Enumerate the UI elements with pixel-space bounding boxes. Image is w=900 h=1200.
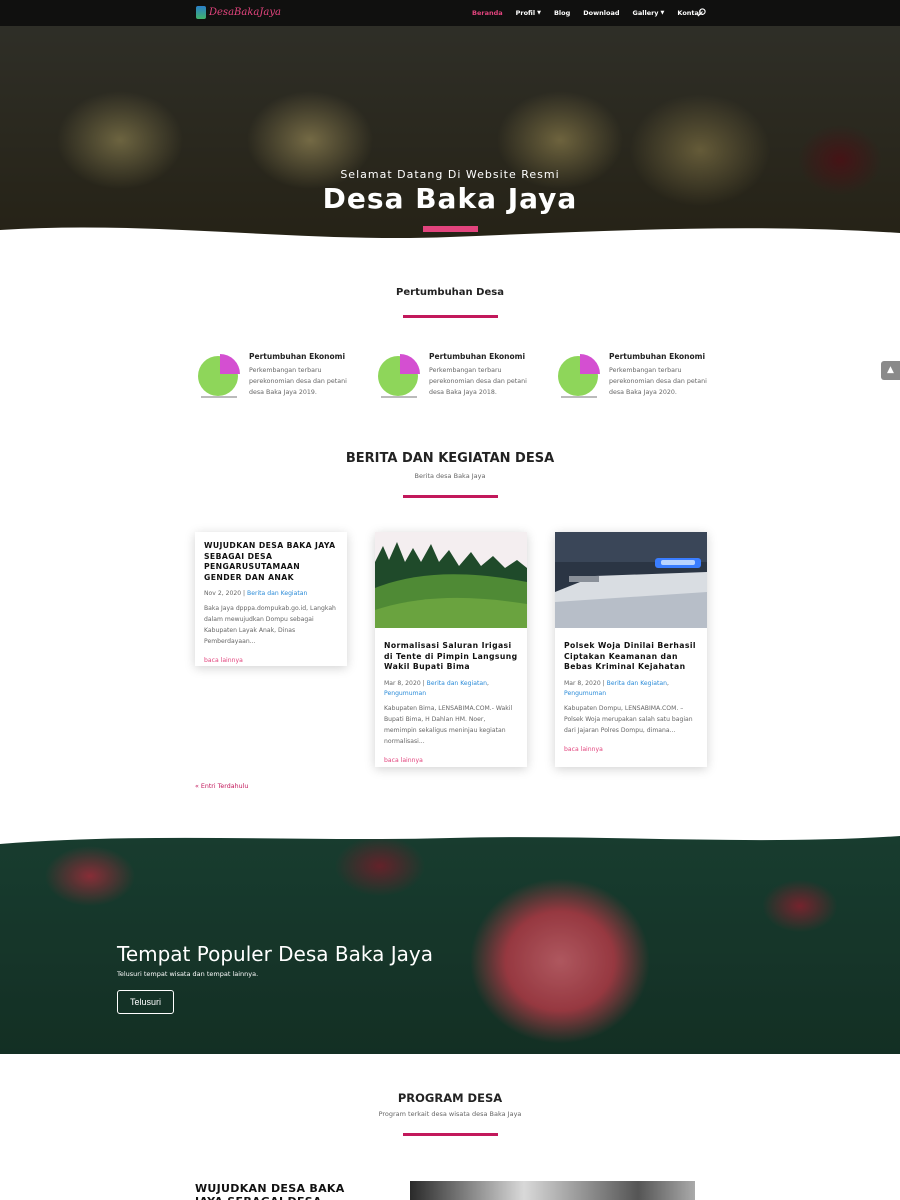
news-section-title: BERITA DAN KEGIATAN DESA [345, 451, 555, 466]
news-card[interactable]: Polsek Woja Dinilai Berhasil Ciptakan Ke… [555, 532, 707, 767]
logo-emblem-icon [196, 6, 206, 19]
read-more-link[interactable]: baca lainnya [204, 657, 243, 664]
growth-item: Pertumbuhan Ekonomi Perkembangan terbaru… [557, 352, 717, 398]
growth-item-title: Pertumbuhan Ekonomi [429, 352, 526, 361]
pie-chart-icon [558, 354, 600, 398]
explore-button[interactable]: Telusuri [117, 990, 174, 1014]
older-entries-link[interactable]: « Entri Terdahulu [195, 783, 248, 790]
menu-label: Gallery [632, 9, 659, 17]
hero-subtitle: Selamat Datang Di Website Resmi [340, 168, 560, 181]
menu-label: Beranda [472, 9, 503, 17]
menu-item-gallery[interactable]: Gallery ▼ [633, 9, 665, 17]
growth-item-title: Pertumbuhan Ekonomi [249, 352, 346, 361]
menu-item-blog[interactable]: Blog [554, 9, 570, 17]
program-post-image[interactable] [410, 1181, 695, 1200]
news-card-excerpt: Kabupaten Bima, LENSABIMA.COM.- Wakil Bu… [384, 704, 513, 745]
banner-subtitle: Telusuri tempat wisata dan tempat lainny… [117, 970, 259, 978]
chevron-up-icon: ▲ [887, 365, 894, 375]
news-card-title[interactable]: WUJUDKAN DESA BAKA JAYA SEBAGAI DESA PEN… [204, 541, 338, 583]
section-divider [403, 1133, 498, 1136]
growth-item-title: Pertumbuhan Ekonomi [609, 352, 706, 361]
scroll-to-top-button[interactable]: ▲ [881, 361, 900, 380]
news-card-excerpt: Baka Jaya dpppa.dompukab.go.id, Langkah … [204, 604, 336, 645]
category-link[interactable]: Berita dan Kegiatan [247, 590, 307, 597]
pie-chart-icon [198, 354, 240, 398]
post-date: Mar 8, 2020 [384, 679, 421, 687]
growth-section-title: Pertumbuhan Desa [396, 287, 504, 298]
menu-label: Profil [515, 9, 536, 17]
growth-item-desc: Perkembangan terbaru perekonomian desa d… [249, 367, 347, 396]
banner-wave-divider [0, 830, 900, 844]
program-section-title: PROGRAM DESA [397, 1091, 503, 1105]
top-navbar: DesaBakaJaya Beranda Profil ▼ Blog Downlo… [0, 0, 900, 26]
menu-item-beranda[interactable]: Beranda [472, 9, 503, 17]
post-date: Nov 2, 2020 [204, 590, 242, 597]
category-link[interactable]: Pengumuman [564, 690, 606, 697]
menu-label: Blog [553, 9, 571, 17]
growth-item: Pertumbuhan Ekonomi Perkembangan terbaru… [197, 352, 357, 398]
news-card-meta: Mar 8, 2020 | Berita dan Kegiatan, Pengu… [564, 679, 669, 698]
menu-item-profil[interactable]: Profil ▼ [516, 9, 541, 17]
news-card-meta: Mar 8, 2020 | Berita dan Kegiatan, Pengu… [384, 679, 489, 698]
main-menu: Beranda Profil ▼ Blog Download Gallery ▼ K… [472, 9, 703, 17]
news-section-subtitle: Berita desa Baka Jaya [414, 472, 486, 480]
news-card-title[interactable]: Normalisasi Saluran Irigasi di Tente di … [384, 641, 518, 673]
section-divider [403, 315, 498, 318]
search-icon[interactable] [697, 8, 706, 17]
news-card[interactable]: WUJUDKAN DESA BAKA JAYA SEBAGAI DESA PEN… [195, 532, 347, 666]
news-card-excerpt: Kabupaten Dompu, LENSABIMA.COM. – Polsek… [564, 704, 693, 734]
site-logo[interactable]: DesaBakaJaya [196, 6, 281, 19]
chevron-down-icon: ▼ [660, 10, 665, 16]
category-link[interactable]: Pengumuman [384, 690, 426, 697]
growth-item: Pertumbuhan Ekonomi Perkembangan terbaru… [377, 352, 537, 398]
menu-label: Download [583, 9, 620, 17]
news-card-meta: Nov 2, 2020 | Berita dan Kegiatan [204, 590, 308, 597]
program-post-title[interactable]: WUJUDKAN DESA BAKA JAYA SEBAGAI DESA [195, 1182, 375, 1200]
chevron-down-icon: ▼ [537, 10, 541, 16]
logo-text: DesaBakaJaya [209, 7, 281, 18]
news-card[interactable]: Normalisasi Saluran Irigasi di Tente di … [375, 532, 527, 767]
news-card-title[interactable]: Polsek Woja Dinilai Berhasil Ciptakan Ke… [564, 641, 698, 673]
category-link[interactable]: Berita dan Kegiatan [427, 680, 487, 687]
news-card-image[interactable] [555, 532, 707, 628]
read-more-link[interactable]: baca lainnya [564, 746, 603, 753]
post-date: Mar 8, 2020 [564, 679, 601, 687]
banner-title: Tempat Populer Desa Baka Jaya [117, 942, 433, 966]
growth-item-desc: Perkembangan terbaru perekonomian desa d… [429, 367, 527, 396]
section-divider [403, 495, 498, 498]
hero-wave-divider [0, 227, 900, 250]
menu-item-download[interactable]: Download [583, 9, 619, 17]
growth-item-desc: Perkembangan terbaru perekonomian desa d… [609, 367, 707, 396]
read-more-link[interactable]: baca lainnya [384, 757, 423, 764]
hero-title: Desa Baka Jaya [322, 182, 578, 215]
category-link[interactable]: Berita dan Kegiatan [607, 680, 667, 687]
news-card-image[interactable] [375, 532, 527, 628]
program-section-subtitle: Program terkait desa wisata desa Baka Ja… [378, 1110, 522, 1118]
pie-chart-icon [378, 354, 420, 398]
